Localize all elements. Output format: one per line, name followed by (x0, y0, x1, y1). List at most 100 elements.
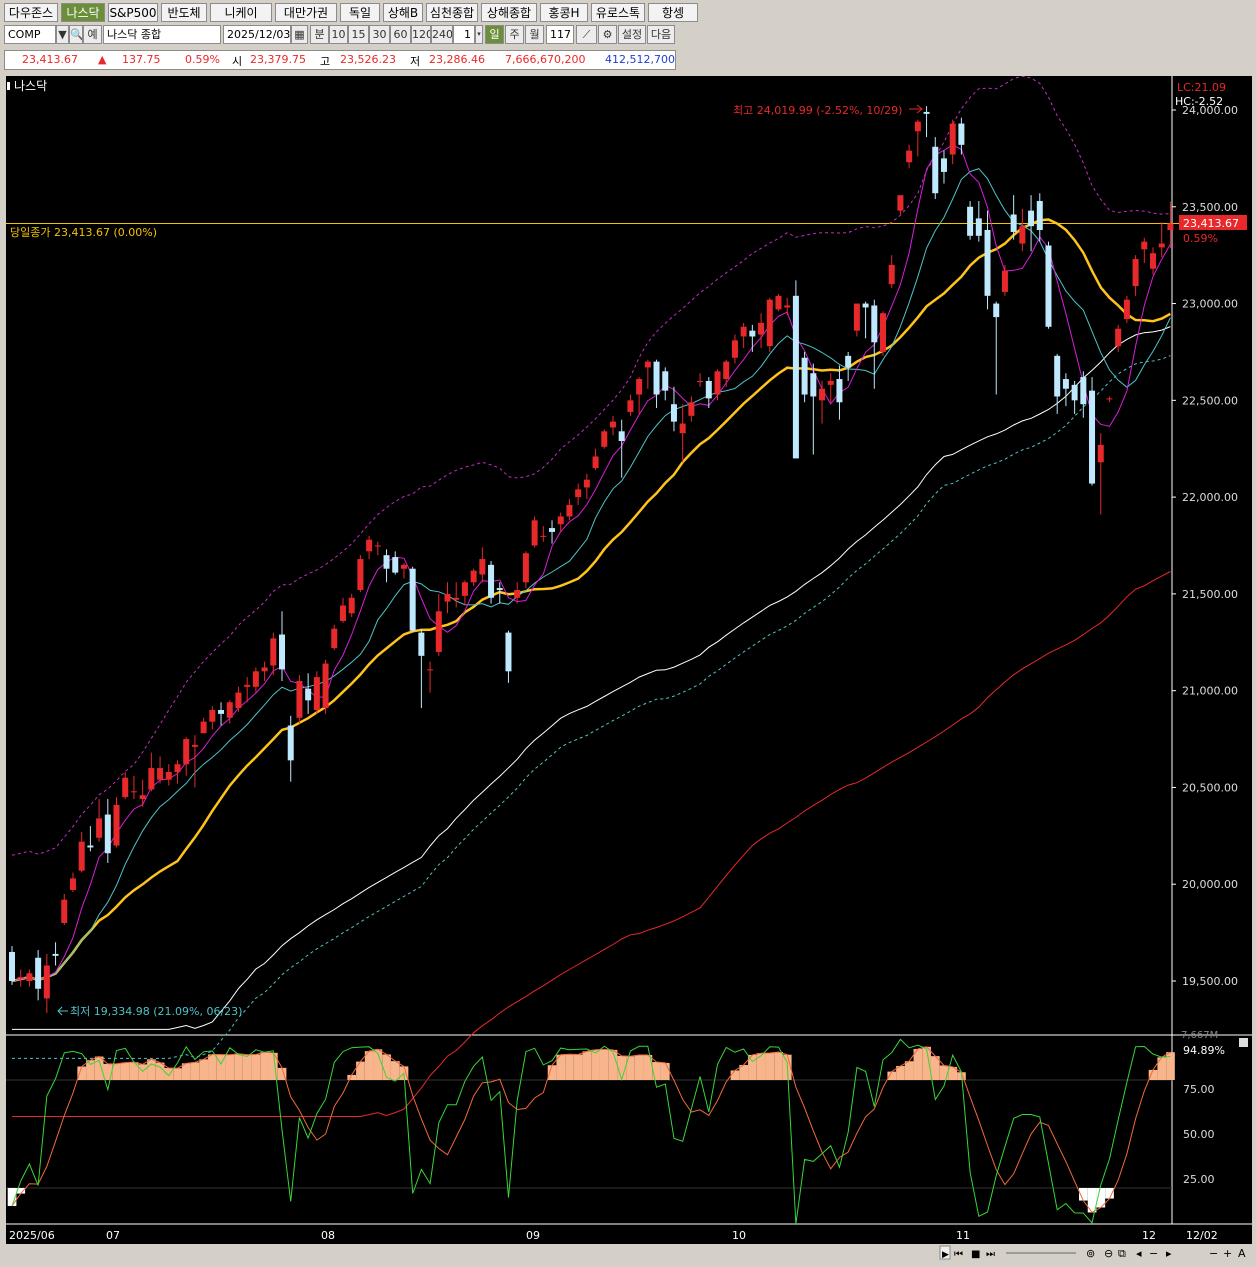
candle-body-81 (714, 371, 721, 395)
tab-10[interactable]: 홍콩H (540, 3, 588, 22)
osc-overbought-fill (181, 1063, 191, 1080)
candle-body-43 (383, 555, 390, 569)
osc-overbought-fill (887, 1071, 897, 1080)
svg-text:▶: ▶ (942, 1250, 949, 1260)
bar-count-field[interactable]: 117 (546, 25, 574, 44)
tab-1[interactable]: 나스닥 (61, 3, 105, 22)
tab-6[interactable]: 독일 (340, 3, 380, 22)
candle-body-96 (845, 355, 852, 368)
candle-body-49 (435, 611, 442, 652)
count-spinner-icon[interactable]: ▾ (475, 25, 483, 44)
candle-body-120 (1054, 355, 1061, 397)
tab-3[interactable]: 반도체 (161, 3, 207, 22)
candle-body-26 (235, 692, 242, 709)
osc-overbought-fill (591, 1049, 600, 1080)
open-label: 시 (232, 55, 243, 68)
x-label-aug: 08 (321, 1229, 335, 1242)
candle-body-13 (122, 777, 129, 798)
panel-collapse-icon[interactable] (1239, 1038, 1248, 1047)
candle-body-45 (400, 564, 407, 569)
candle-body-59 (522, 553, 529, 583)
candle-body-36 (322, 663, 329, 709)
candle-body-30 (270, 638, 277, 666)
period-button-2[interactable]: 15 (348, 25, 369, 44)
nav-right-icon[interactable]: ▸ (1166, 1247, 1172, 1260)
period-button-6[interactable]: 240 (431, 25, 453, 44)
candle-body-21 (191, 744, 198, 747)
osc-overbought-fill (242, 1054, 252, 1080)
tab-4[interactable]: 니케이 (210, 3, 272, 22)
period-button-3[interactable]: 30 (369, 25, 390, 44)
x-label-jun: 2025/06 (9, 1229, 55, 1242)
copy-icon[interactable]: ⧉ (1118, 1247, 1126, 1260)
candle-body-29 (261, 667, 268, 672)
osc-axis-25: 25.00 (1183, 1173, 1215, 1186)
chart-type-icon[interactable]: ⟋ (576, 25, 597, 44)
period-button-0[interactable]: 분 (310, 25, 329, 44)
osc-overbought-fill (573, 1054, 583, 1080)
price-chart[interactable]: 나스닥 LC:21.09 HC:-2.52 당일종가 23,413.67 (0.… (6, 75, 1252, 1262)
chart-scrollbar[interactable]: ▶ ⏮ ■ ⏭ ⊚ ⊖ ⧉ ◂ − ▸ − + A (6, 1244, 1252, 1262)
gear-icon[interactable]: ⚙ (598, 25, 617, 44)
y-axis-label-4: 22,000.00 (1182, 491, 1238, 504)
rewind-icon[interactable]: ⏮ (954, 1249, 963, 1260)
tab-2[interactable]: S&P500 (108, 3, 158, 22)
candle-body-34 (305, 688, 312, 701)
osc-overbought-fill (904, 1061, 914, 1080)
candle-body-119 (1045, 245, 1052, 327)
candle-body-3 (35, 957, 42, 989)
candle-body-39 (348, 597, 355, 614)
osc-overbought-fill (164, 1068, 174, 1080)
candle-body-33 (296, 680, 303, 718)
date-field[interactable]: 2025/12/03 (223, 25, 291, 44)
tab-0[interactable]: 다우존스 (4, 3, 58, 22)
stop-icon[interactable]: ■ (971, 1249, 980, 1260)
candle-body-82 (723, 361, 730, 380)
trade-volume: 412,512,700 (605, 53, 675, 66)
prev-symbol-button[interactable]: 예 (83, 25, 102, 44)
tab-5[interactable]: 대만가권 (275, 3, 337, 22)
candle-body-55 (488, 564, 495, 598)
auto-scale-icon[interactable]: A (1238, 1247, 1246, 1260)
candle-body-106 (932, 146, 939, 194)
zoom-plus-icon[interactable]: + (1223, 1247, 1232, 1260)
osc-overbought-fill (582, 1051, 592, 1080)
zoom-minus-icon[interactable]: − (1209, 1247, 1218, 1260)
candle-body-69 (609, 421, 616, 428)
osc-overbought-fill (565, 1054, 574, 1080)
candle-body-97 (853, 303, 860, 331)
zoom-out-icon[interactable]: ⊖ (1104, 1247, 1113, 1260)
settings-button[interactable]: 설정 (618, 25, 646, 44)
candle-body-54 (479, 559, 486, 575)
tab-12[interactable]: 항셍 (648, 3, 698, 22)
candle-body-67 (592, 456, 599, 469)
weekly-button[interactable]: 주 (505, 25, 524, 44)
minus-icon[interactable]: − (1149, 1247, 1158, 1260)
chart-area[interactable]: 나스닥 LC:21.09 HC:-2.52 당일종가 23,413.67 (0.… (6, 75, 1252, 1262)
nav-left-icon[interactable]: ◂ (1136, 1247, 1142, 1260)
candle-body-58 (514, 590, 521, 598)
monthly-button[interactable]: 월 (525, 25, 544, 44)
period-button-5[interactable]: 120 (411, 25, 431, 44)
period-button-4[interactable]: 60 (390, 25, 411, 44)
osc-overbought-fill (120, 1062, 130, 1080)
x-label-sep: 09 (526, 1229, 540, 1242)
count-field[interactable]: 1 (453, 25, 475, 44)
next-button[interactable]: 다음 (647, 25, 675, 44)
candle-body-24 (218, 710, 225, 714)
period-button-1[interactable]: 10 (329, 25, 348, 44)
candle-body-1 (17, 977, 24, 979)
symbol-dropdown-icon[interactable]: ▼ (56, 25, 69, 44)
fast-forward-icon[interactable]: ⏭ (986, 1249, 995, 1260)
tab-8[interactable]: 심천종합 (426, 3, 478, 22)
zoom-reset-icon[interactable]: ⊚ (1086, 1247, 1095, 1260)
search-icon[interactable]: 🔍 (69, 25, 83, 44)
tab-11[interactable]: 유로스톡 (591, 3, 645, 22)
calendar-icon[interactable]: ▦ (291, 25, 308, 44)
tab-7[interactable]: 상해B (383, 3, 423, 22)
candle-body-112 (984, 230, 991, 296)
candle-body-61 (540, 535, 547, 537)
symbol-input[interactable]: COMP (4, 25, 56, 44)
tab-9[interactable]: 상해종합 (481, 3, 537, 22)
daily-button[interactable]: 일 (485, 25, 504, 44)
